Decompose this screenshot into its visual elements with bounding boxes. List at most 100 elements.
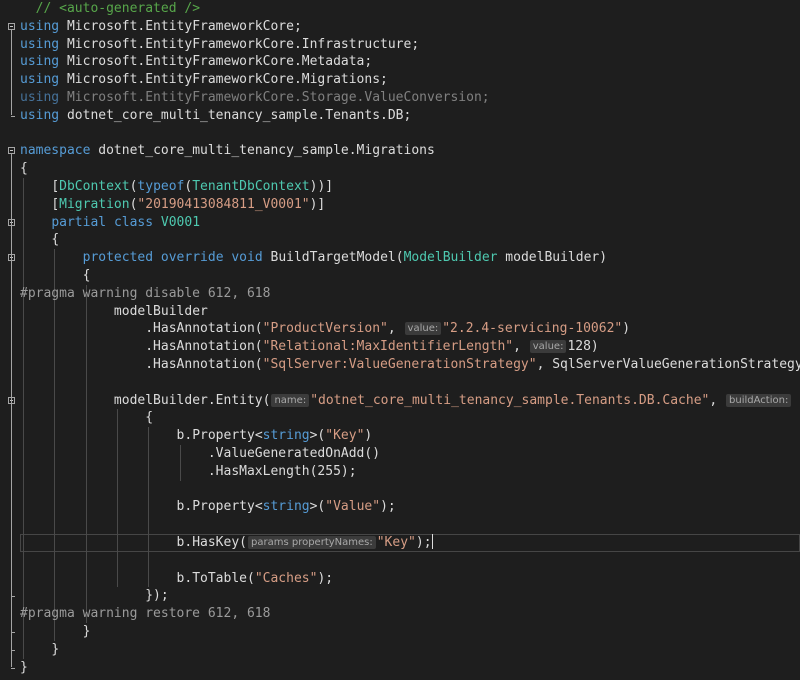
- code-token: >(: [309, 428, 326, 444]
- code-line[interactable]: }: [20, 623, 91, 641]
- code-token: namespace: [20, 143, 91, 159]
- parameter-hint: value:: [529, 340, 567, 354]
- parameter-hint: params propertyNames:: [248, 536, 376, 549]
- code-line[interactable]: }: [20, 641, 59, 659]
- code-line[interactable]: using Microsoft.EntityFrameworkCore;: [20, 18, 302, 36]
- code-line[interactable]: b.Property<string>("Key"): [20, 427, 373, 445]
- code-line[interactable]: partial class V0001: [20, 214, 200, 232]
- code-line[interactable]: modelBuilder: [20, 303, 208, 321]
- code-token: partial: [51, 214, 107, 230]
- code-token: using: [20, 72, 60, 88]
- outline-region-line: [11, 403, 12, 596]
- code-line[interactable]: .ValueGeneratedOnAdd(): [20, 445, 380, 463]
- code-line[interactable]: {: [20, 409, 153, 427]
- code-line[interactable]: {: [20, 160, 28, 178]
- code-token: Microsoft.EntityFrameworkCore;: [59, 18, 302, 34]
- code-line[interactable]: {: [20, 231, 59, 249]
- code-token: using: [20, 90, 60, 105]
- code-token: typeof: [137, 179, 185, 194]
- code-token: ,: [709, 392, 726, 408]
- code-token: [: [51, 179, 60, 194]
- code-token: "Relational:MaxIdentifierLength": [262, 339, 514, 355]
- code-token: "20190413084811_V0001": [137, 196, 310, 212]
- code-line[interactable]: namespace dotnet_core_multi_tenancy_samp…: [20, 142, 435, 160]
- code-line[interactable]: protected override void BuildTargetModel…: [20, 249, 607, 267]
- code-line[interactable]: });: [20, 587, 169, 605]
- code-token: }: [51, 641, 60, 657]
- code-line[interactable]: using Microsoft.EntityFrameworkCore.Meta…: [20, 53, 372, 71]
- code-token: V0001: [153, 214, 201, 230]
- code-line[interactable]: using dotnet_core_multi_tenancy_sample.T…: [20, 107, 411, 125]
- collapse-icon[interactable]: [8, 147, 15, 155]
- code-token: {: [145, 410, 154, 426]
- code-line[interactable]: b.HasKey(params propertyNames: "Key");: [20, 534, 433, 552]
- code-token: modelBuilder): [497, 250, 608, 266]
- code-token: [: [51, 196, 60, 212]
- code-line[interactable]: .HasMaxLength(255);: [20, 463, 357, 481]
- code-token: "SqlServer:ValueGenerationStrategy": [262, 357, 537, 372]
- code-line[interactable]: [DbContext(typeof(TenantDbContext))]: [20, 178, 333, 196]
- code-token: "ProductVersion": [262, 321, 388, 337]
- code-token: DbContext: [59, 179, 130, 194]
- code-token: ,: [513, 339, 529, 355]
- outline-region-line: [11, 29, 12, 115]
- code-line[interactable]: using Microsoft.EntityFrameworkCore.Stor…: [20, 89, 490, 107]
- code-line[interactable]: using Microsoft.EntityFrameworkCore.Migr…: [20, 71, 388, 89]
- code-token: .HasAnnotation(: [145, 321, 263, 337]
- code-line[interactable]: // <auto-generated />: [20, 0, 200, 18]
- collapse-icon[interactable]: [8, 22, 15, 30]
- code-line[interactable]: {: [20, 267, 91, 285]
- code-line[interactable]: .HasAnnotation("SqlServer:ValueGeneratio…: [20, 356, 800, 374]
- code-token: using: [20, 107, 60, 123]
- code-token: );: [380, 499, 396, 515]
- code-token: modelBuilder: [113, 303, 208, 319]
- code-line[interactable]: }: [20, 659, 28, 677]
- code-token: string: [262, 499, 310, 515]
- code-token: using: [20, 18, 60, 34]
- code-token: >(: [309, 499, 326, 515]
- outline-region-end: [11, 115, 15, 117]
- code-line[interactable]: using Microsoft.EntityFrameworkCore.Infr…: [20, 36, 419, 54]
- code-line[interactable]: .HasAnnotation("ProductVersion", value: "…: [20, 320, 630, 338]
- code-token: b.Property<: [176, 428, 263, 444]
- code-token: });: [145, 588, 169, 604]
- code-line[interactable]: .HasAnnotation("Relational:MaxIdentifier…: [20, 338, 599, 356]
- code-token: .ValueGeneratedOnAdd(): [207, 446, 381, 461]
- code-editor[interactable]: // <auto-generated /> using Microsoft.Ent…: [0, 0, 800, 680]
- code-token: , SqlServerValueGenerationStrategy.Ident…: [536, 357, 800, 372]
- code-token: )]: [309, 196, 326, 212]
- outlining-margin[interactable]: [0, 0, 20, 680]
- code-token: ): [364, 428, 373, 444]
- code-token: "2.2.4-servicing-10062": [442, 321, 623, 337]
- code-line[interactable]: #pragma warning disable 612, 618: [20, 285, 270, 303]
- code-token: b.Property<: [176, 499, 263, 515]
- code-token: #pragma warning disable 612, 618: [20, 285, 271, 301]
- code-line[interactable]: b.ToTable("Caches");: [20, 570, 334, 588]
- outline-region-end: [11, 649, 15, 651]
- code-line[interactable]: modelBuilder.Entity(name: "dotnet_core_mu…: [20, 392, 800, 410]
- code-line[interactable]: [Migration("20190413084811_V0001")]: [20, 196, 325, 214]
- code-token: ModelBuilder: [403, 250, 498, 266]
- outline-region-end: [11, 596, 15, 598]
- code-token: ): [590, 339, 599, 355]
- code-token: .HasAnnotation(: [145, 339, 263, 355]
- code-line[interactable]: b.Property<string>("Value");: [20, 498, 396, 516]
- code-token: #pragma warning restore 612, 618: [20, 606, 271, 622]
- code-token: );: [317, 570, 334, 586]
- code-line[interactable]: #pragma warning restore 612, 618: [20, 605, 270, 623]
